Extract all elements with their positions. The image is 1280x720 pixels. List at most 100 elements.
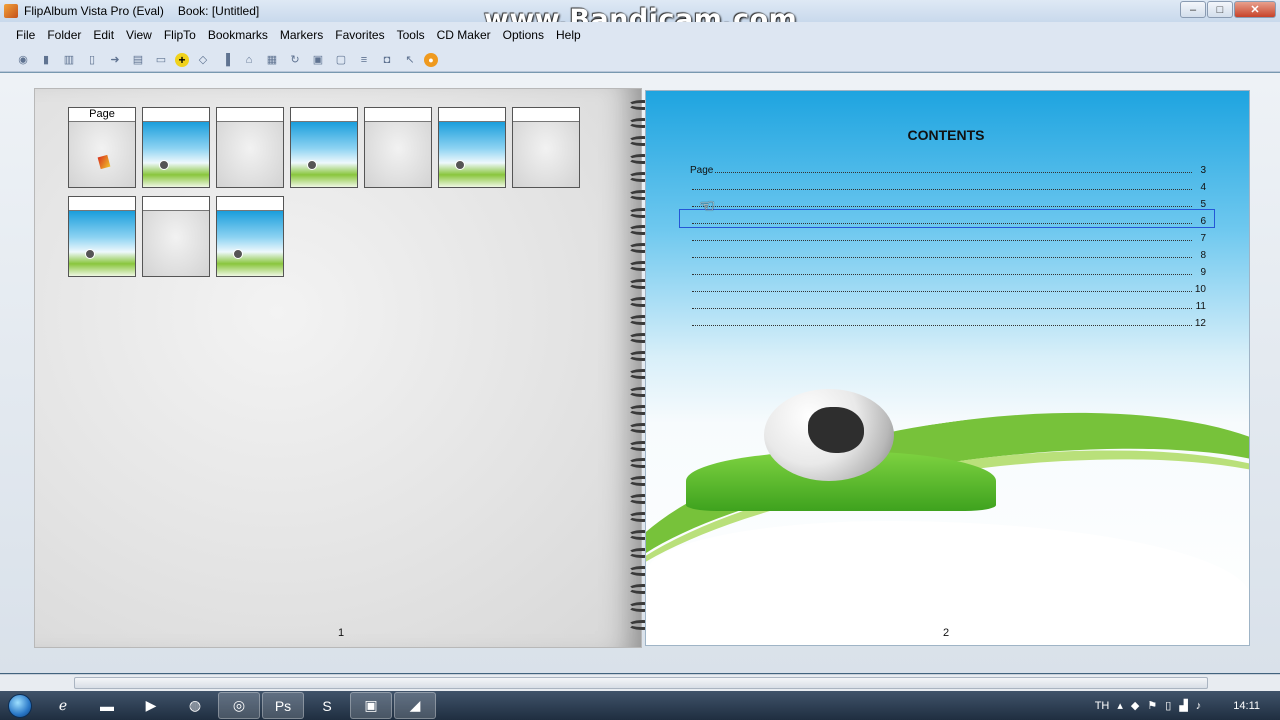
menu-tools[interactable]: Tools xyxy=(391,28,431,42)
doc-icon[interactable]: ▯ xyxy=(83,52,101,68)
add-icon[interactable]: + xyxy=(175,52,189,67)
thumbnail-page[interactable] xyxy=(290,107,358,188)
toc-row[interactable]: Page 3 xyxy=(690,159,1206,176)
menu-markers[interactable]: Markers xyxy=(274,28,329,42)
thumbnail-caption xyxy=(439,108,505,122)
toc-page-number: 10 xyxy=(1194,284,1206,295)
menu-favorites[interactable]: Favorites xyxy=(329,28,390,42)
system-tray: TH ▴ ◆ ⚑ ▯ ▟ ♪ 14:11 xyxy=(1095,691,1280,720)
toc-row[interactable]: 7 xyxy=(690,227,1206,244)
remote-icon[interactable]: ▣ xyxy=(350,692,392,719)
print-icon[interactable]: ▭ xyxy=(152,52,170,68)
firefox-icon[interactable]: ◍ xyxy=(174,692,216,719)
menu-cd-maker[interactable]: CD Maker xyxy=(431,28,497,42)
thumbnail-caption xyxy=(217,197,283,211)
soccer-ball-illustration xyxy=(764,389,894,481)
clock[interactable]: 14:11 xyxy=(1233,700,1260,712)
toc-row[interactable]: 5 xyxy=(690,193,1206,210)
thumbnail-page[interactable] xyxy=(364,107,432,188)
menu-options[interactable]: Options xyxy=(497,28,550,42)
menu-file[interactable]: File xyxy=(10,28,41,42)
pointer-icon[interactable]: ↖ xyxy=(401,52,419,68)
show-hidden-icons-icon[interactable]: ▴ xyxy=(1117,699,1123,712)
minimize-button[interactable]: – xyxy=(1180,1,1206,18)
diamond-icon[interactable]: ◇ xyxy=(194,52,212,68)
tray-app-icon[interactable]: ◆ xyxy=(1131,699,1139,712)
toc-page-number: 8 xyxy=(1200,250,1206,261)
menu-folder[interactable]: Folder xyxy=(41,28,87,42)
book-icon[interactable]: ▥ xyxy=(60,52,78,68)
thumbnail-caption xyxy=(291,108,357,122)
window-title: FlipAlbum Vista Pro (Eval) xyxy=(24,4,164,18)
pages-icon[interactable]: ▤ xyxy=(129,52,147,68)
thumbnail-page[interactable]: Page xyxy=(68,107,136,188)
columns-icon[interactable]: ▐ xyxy=(217,52,235,68)
toc-row[interactable]: 9 xyxy=(690,261,1206,278)
album-icon[interactable]: ▦ xyxy=(263,52,281,68)
windows-logo-icon xyxy=(8,693,32,718)
thumbnail-page[interactable] xyxy=(142,107,210,188)
start-button[interactable] xyxy=(0,691,40,720)
toc-row[interactable]: 8 xyxy=(690,244,1206,261)
photoshop-icon[interactable]: Ps xyxy=(262,692,304,719)
toolbar: ◉ ▮ ▥ ▯ ➜ ▤ ▭ + ◇ ▐ ⌂ ▦ ↻ ▣ ▢ ≡ ◘ ↖ ● xyxy=(0,48,1280,72)
list-icon[interactable]: ≡ xyxy=(355,52,373,68)
thumbnail-caption: Page xyxy=(69,108,135,122)
flipalbum-icon[interactable]: ◢ xyxy=(394,692,436,719)
scrollbar-thumb[interactable] xyxy=(74,677,1208,689)
toc-page-number: 9 xyxy=(1200,267,1206,278)
frame-icon[interactable]: ▣ xyxy=(309,52,327,68)
slide-icon[interactable]: ▢ xyxy=(332,52,350,68)
toc-page-number: 4 xyxy=(1200,182,1206,193)
network-icon[interactable]: ▟ xyxy=(1179,699,1187,712)
toc-page-number: 12 xyxy=(1194,318,1206,329)
menu-edit[interactable]: Edit xyxy=(87,28,120,42)
media-player-icon[interactable]: ▶ xyxy=(130,692,172,719)
thumbnail-page[interactable] xyxy=(216,107,284,188)
explorer-icon[interactable]: ▬ xyxy=(86,692,128,719)
camera-icon[interactable]: ◘ xyxy=(378,52,396,68)
rotate-icon[interactable]: ↻ xyxy=(286,52,304,68)
maximize-button[interactable]: □ xyxy=(1207,1,1233,18)
thumbnail-caption xyxy=(513,108,579,122)
page-icon[interactable]: ▮ xyxy=(37,52,55,68)
menu-view[interactable]: View xyxy=(120,28,158,42)
right-page[interactable]: CONTENTS Page 3 4 5 6 7 8 9 10 11 12 xyxy=(645,90,1250,646)
skype-icon[interactable]: S xyxy=(306,692,348,719)
language-indicator[interactable]: TH xyxy=(1095,700,1110,712)
thumbnail-page[interactable] xyxy=(216,196,284,277)
menu-bookmarks[interactable]: Bookmarks xyxy=(202,28,274,42)
volume-icon[interactable]: ♪ xyxy=(1196,700,1202,712)
battery-icon[interactable]: ▯ xyxy=(1165,699,1171,712)
arrow-icon[interactable]: ➜ xyxy=(106,52,124,68)
window-controls: – □ ✕ xyxy=(1180,1,1276,18)
toc-row[interactable]: 10 xyxy=(690,278,1206,295)
tag-icon[interactable]: ⌂ xyxy=(240,52,258,68)
chrome-icon[interactable]: ◎ xyxy=(218,692,260,719)
menu-bar: File Folder Edit View FlipTo Bookmarks M… xyxy=(0,22,1280,48)
toc-row[interactable]: 11 xyxy=(690,295,1206,312)
eye-icon[interactable]: ◉ xyxy=(14,52,32,68)
menu-flipto[interactable]: FlipTo xyxy=(158,28,202,42)
thumbnail-caption xyxy=(217,108,283,122)
burn-icon[interactable]: ● xyxy=(424,52,438,67)
flag-icon[interactable]: ⚑ xyxy=(1147,699,1157,712)
thumbnail-grid: Page xyxy=(68,107,588,277)
toc-row-selected[interactable]: 6 xyxy=(679,209,1215,228)
flipalbum-app-icon xyxy=(4,4,18,18)
toc-row[interactable]: 4 xyxy=(690,176,1206,193)
toc-page-number: 11 xyxy=(1195,301,1206,312)
menu-help[interactable]: Help xyxy=(550,28,587,42)
thumbnail-page[interactable] xyxy=(512,107,580,188)
thumbnail-caption xyxy=(365,108,431,122)
thumbnail-page[interactable] xyxy=(142,196,210,277)
thumbnail-caption xyxy=(69,197,135,211)
thumbnail-page[interactable] xyxy=(438,107,506,188)
thumbnail-page[interactable] xyxy=(68,196,136,277)
ie-icon[interactable]: ℯ xyxy=(42,692,84,719)
close-button[interactable]: ✕ xyxy=(1234,1,1276,18)
taskbar: ℯ ▬ ▶ ◍ ◎ Ps S ▣ ◢ TH ▴ ◆ ⚑ ▯ ▟ ♪ 14:11 xyxy=(0,691,1280,720)
horizontal-scrollbar[interactable] xyxy=(0,674,1280,691)
right-page-number: 2 xyxy=(943,627,950,639)
toc-row[interactable]: 12 xyxy=(690,312,1206,329)
